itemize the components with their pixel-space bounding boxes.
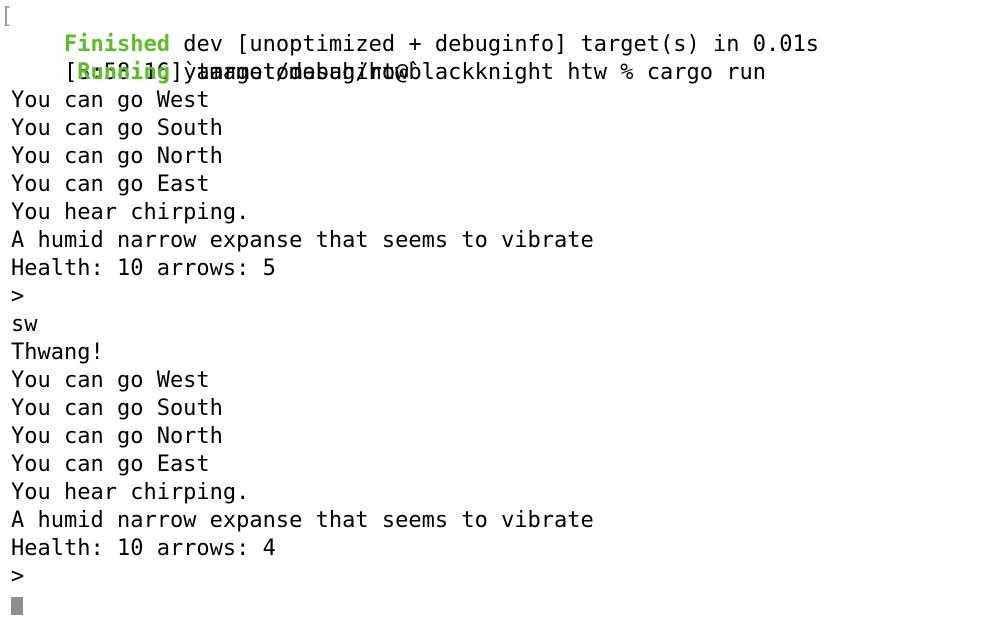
game-output-line: You can go South xyxy=(11,396,223,421)
game-output-line: You can go East xyxy=(11,172,210,197)
running-status-label: Running xyxy=(77,60,170,85)
prompt-bracket-mark: [ xyxy=(0,4,14,29)
game-output-line: You can go West xyxy=(11,368,210,393)
running-status-text: `target/debug/htw` xyxy=(169,60,422,85)
input-cursor-line[interactable] xyxy=(0,591,1008,619)
user-input-line: sw xyxy=(11,312,38,337)
game-output-line: You can go West xyxy=(11,88,210,113)
game-status-line: Health: 10 arrows: 4 xyxy=(11,536,276,561)
game-output-line: You can go North xyxy=(11,144,223,169)
game-output-line: You can go South xyxy=(11,116,223,141)
game-output-line: A humid narrow expanse that seems to vib… xyxy=(11,508,594,533)
command-prompt-line: [ [3:58:16]yamamotomasahiro@blackknight … xyxy=(0,3,1008,85)
game-output-line: You can go North xyxy=(11,424,223,449)
input-prompt-line: > xyxy=(11,564,25,589)
build-running-line: Running `target/debug/htw` xyxy=(0,59,1008,87)
finished-status-label: Finished xyxy=(63,32,170,57)
game-output-line: You hear chirping. xyxy=(11,200,250,225)
game-output-line: You hear chirping. xyxy=(11,480,250,505)
terminal-window[interactable]: [ [3:58:16]yamamotomasahiro@blackknight … xyxy=(0,0,1008,615)
game-output-line: You can go East xyxy=(11,452,210,477)
text-cursor xyxy=(11,597,23,615)
game-output-line: Thwang! xyxy=(11,340,104,365)
input-prompt-line: > xyxy=(11,284,25,309)
build-finished-line: Finished dev [unoptimized + debuginfo] t… xyxy=(0,31,1008,59)
game-status-line: Health: 10 arrows: 5 xyxy=(11,256,276,281)
game-output-line: A humid narrow expanse that seems to vib… xyxy=(11,228,594,253)
finished-status-text: dev [unoptimized + debuginfo] target(s) … xyxy=(169,32,819,57)
